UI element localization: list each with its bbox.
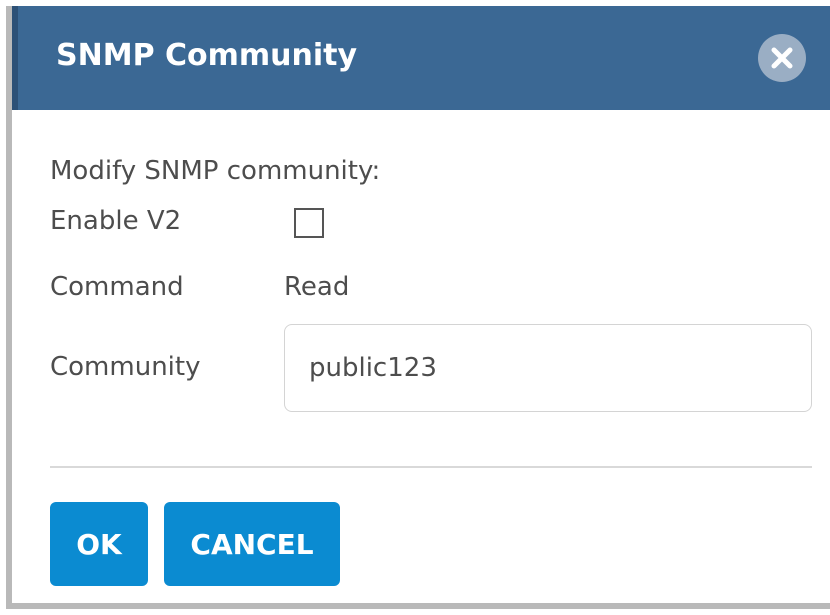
dialog-description: Modify SNMP community: (50, 156, 381, 186)
command-value: Read (284, 272, 350, 302)
close-button[interactable] (758, 34, 806, 82)
dialog-title-bar: SNMP Community (12, 6, 830, 110)
community-input[interactable] (284, 324, 812, 412)
community-label: Community (50, 352, 201, 382)
command-label: Command (50, 272, 184, 302)
dialog-title: SNMP Community (56, 38, 358, 73)
snmp-community-dialog: SNMP Community Modify SNMP community: En… (6, 6, 830, 609)
enable-v2-label: Enable V2 (50, 206, 182, 236)
close-x-icon (771, 47, 793, 69)
ok-button[interactable]: OK (50, 502, 148, 586)
cancel-button[interactable]: CANCEL (164, 502, 340, 586)
footer-divider (50, 466, 812, 468)
enable-v2-checkbox[interactable] (294, 208, 324, 238)
